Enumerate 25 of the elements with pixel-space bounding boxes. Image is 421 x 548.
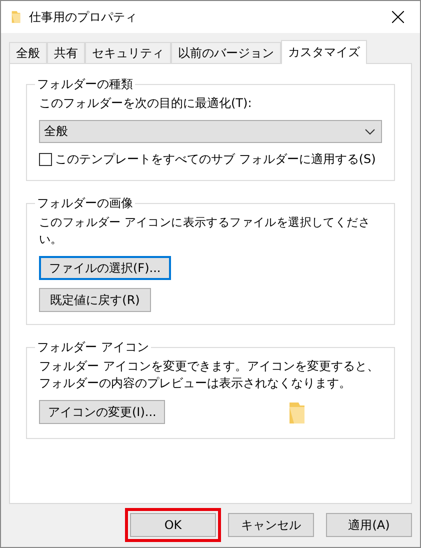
dialog-button[interactable]: 既定値に戻す(R)	[39, 288, 151, 312]
description-text: フォルダー アイコンを変更できます。アイコンを変更すると、フォルダーの内容のプレビューは表示されなくなります。	[39, 358, 380, 392]
folder-icon	[11, 10, 21, 24]
description-text: このフォルダー アイコンに表示するファイルを選択してください。	[39, 214, 371, 248]
tab[interactable]: 全般	[9, 42, 47, 63]
tab[interactable]: カスタマイズ	[281, 40, 367, 64]
group-title: フォルダーの画像	[36, 195, 134, 212]
tab[interactable]: 以前のバージョン	[171, 42, 281, 63]
checkbox[interactable]	[39, 153, 52, 166]
field-label: このフォルダーを次の目的に最適化(T):	[39, 95, 253, 112]
change-icon-button[interactable]: アイコンの変更(I)...	[39, 400, 166, 424]
group-title: フォルダー アイコン	[36, 339, 150, 356]
close-icon	[392, 11, 404, 23]
folder-preview-icon	[288, 400, 306, 426]
tab[interactable]: セキュリティ	[85, 42, 171, 63]
group-title: フォルダーの種類	[36, 76, 134, 93]
dialog-button[interactable]: 適用(A)	[326, 513, 412, 537]
window-title: 仕事用のプロパティ	[29, 8, 138, 26]
dialog-button[interactable]: OK	[130, 513, 216, 537]
chevron-down-icon	[365, 128, 375, 134]
dropdown[interactable]: 全般	[39, 120, 382, 143]
checkbox-label: このテンプレートをすべてのサブ フォルダーに適用する(S)	[55, 151, 376, 168]
tab[interactable]: 共有	[47, 42, 85, 63]
dialog-button[interactable]: ファイルの選択(F)...	[39, 256, 171, 280]
dialog-button[interactable]: キャンセル	[228, 513, 314, 537]
